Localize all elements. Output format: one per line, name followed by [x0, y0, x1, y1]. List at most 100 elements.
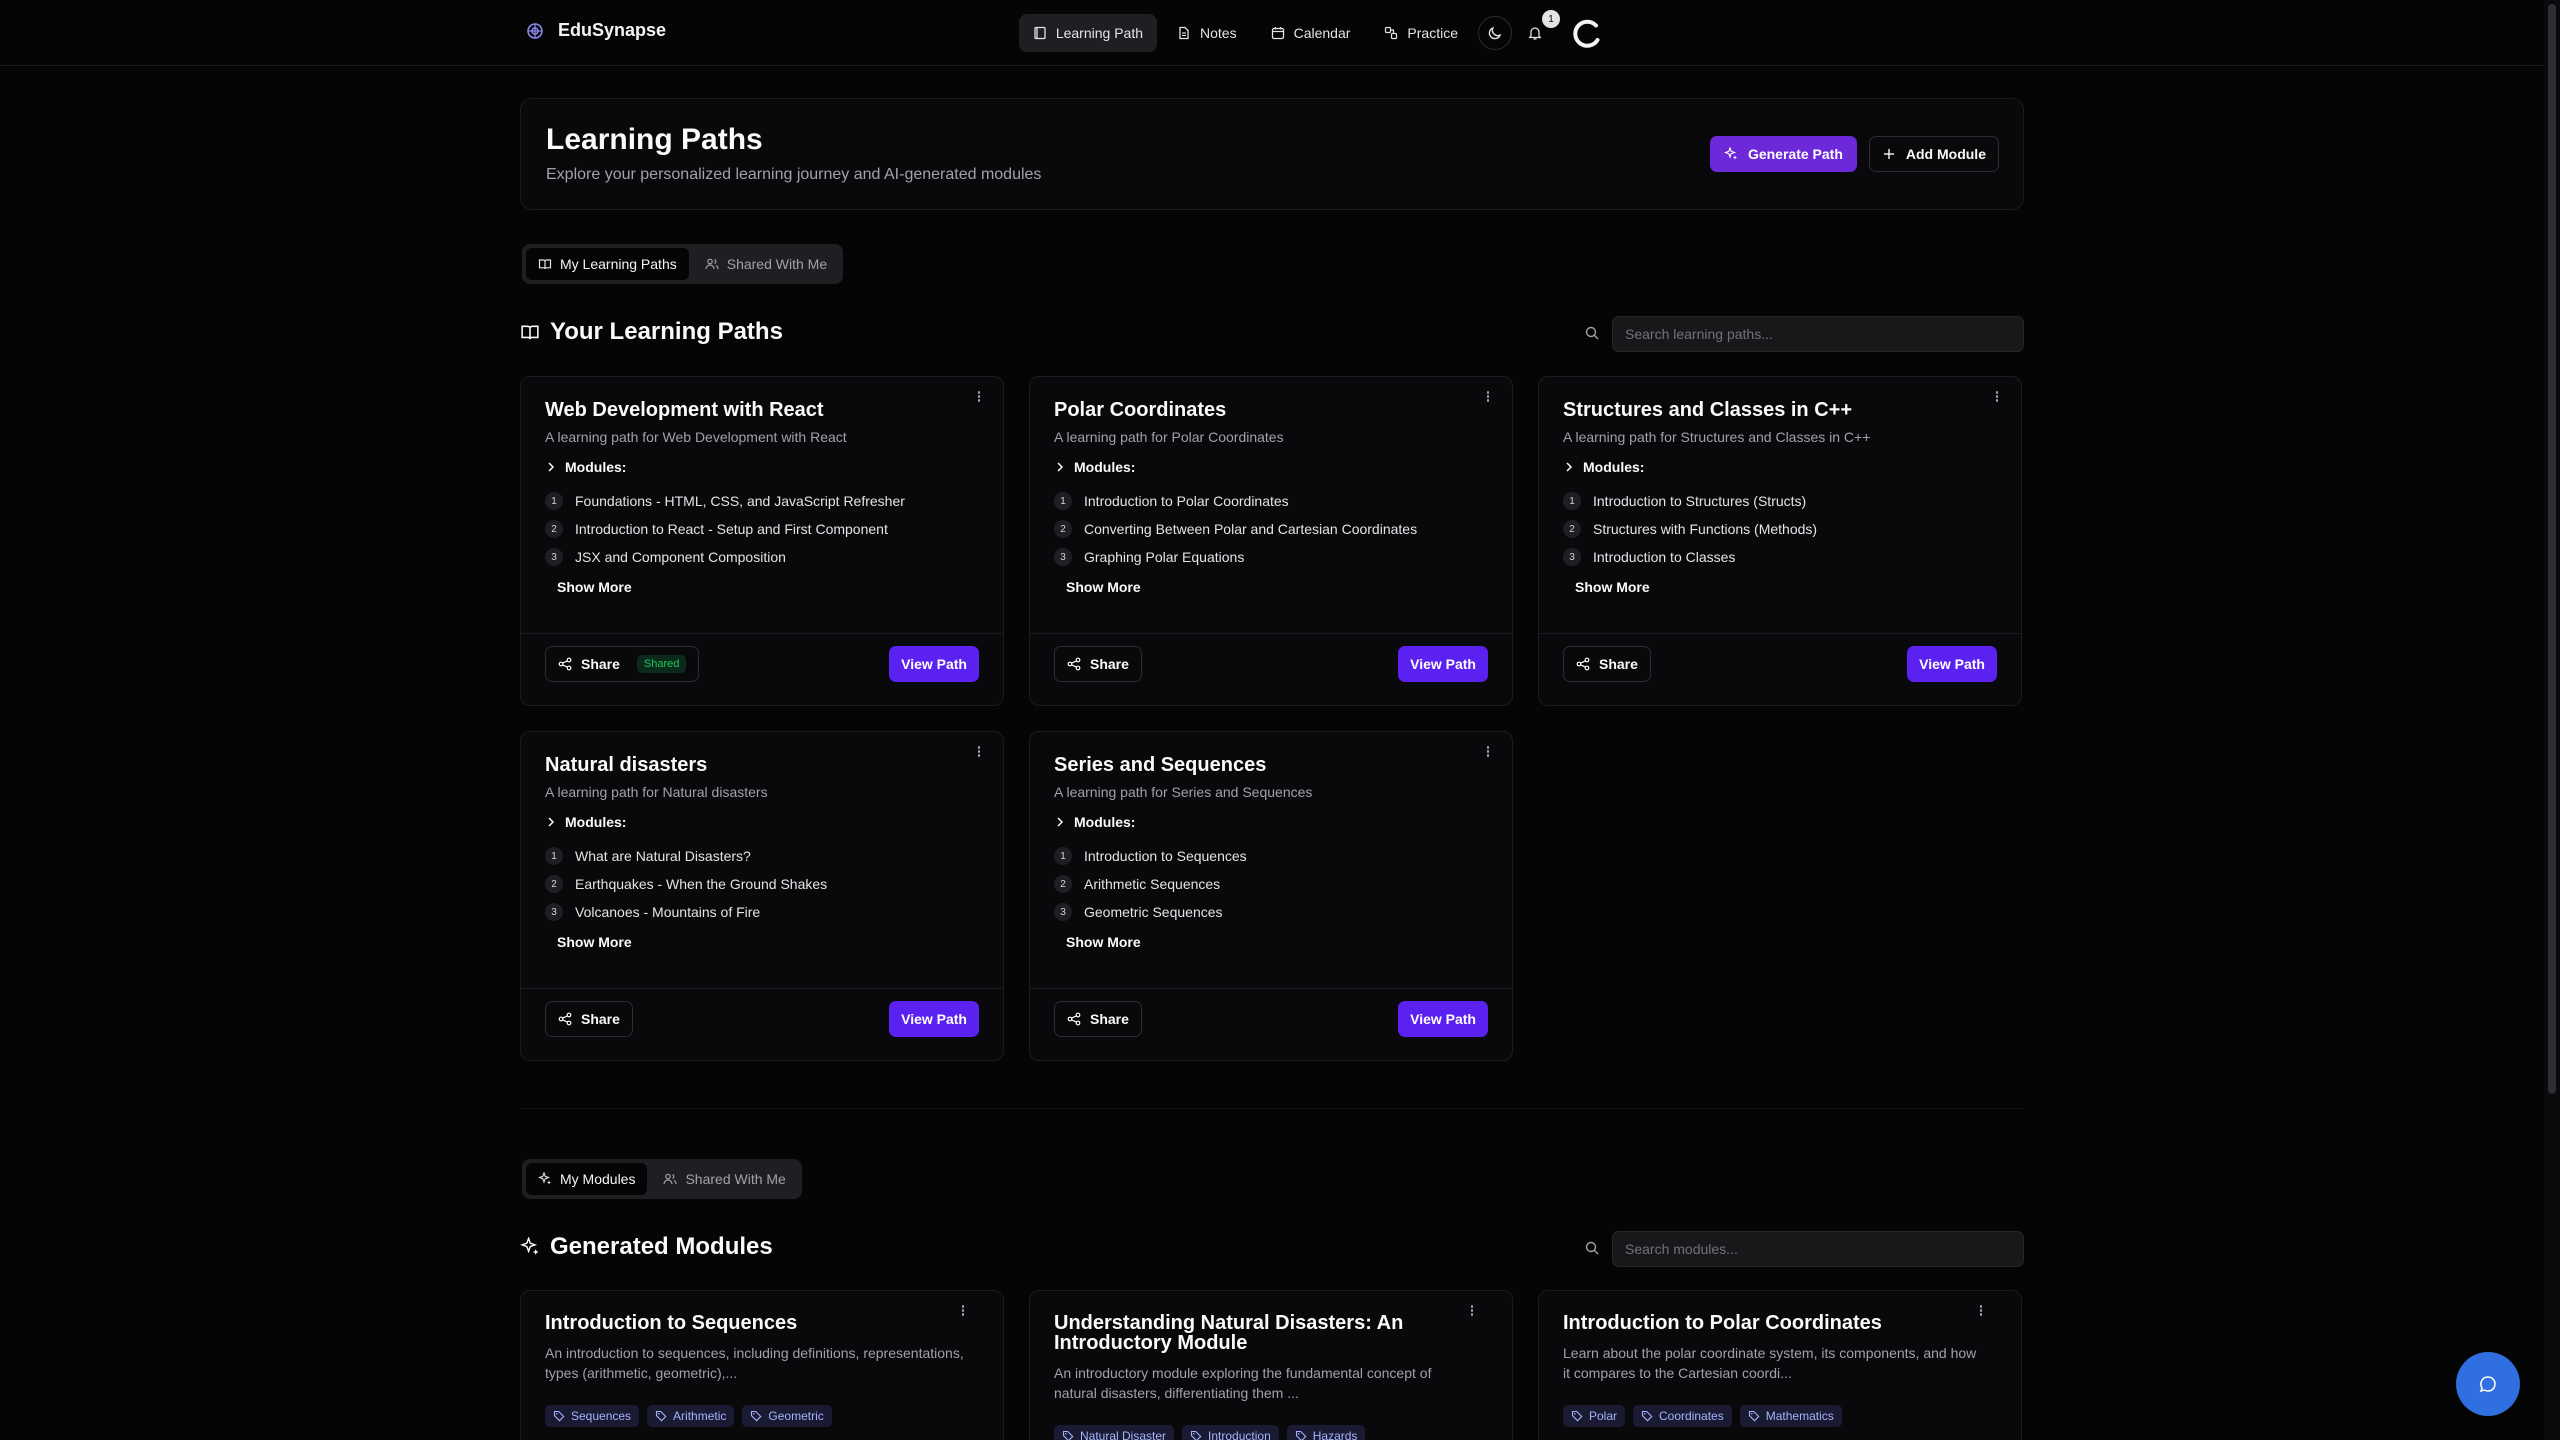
- card-menu-button[interactable]: [975, 746, 983, 760]
- module-card[interactable]: Understanding Natural Disasters: An Intr…: [1029, 1290, 1513, 1440]
- card-menu-button[interactable]: [1484, 746, 1492, 760]
- module-number: 3: [545, 903, 563, 921]
- module-item[interactable]: 3 JSX and Component Composition: [545, 543, 905, 571]
- tag-badge: Hazards: [1286, 1425, 1366, 1440]
- tab-label: Shared With Me: [685, 1171, 786, 1187]
- module-title: Introduction to Polar Coordinates: [1084, 493, 1289, 509]
- chevron-right-icon: [1054, 461, 1066, 473]
- tab-modules-shared-with-me[interactable]: Shared With Me: [651, 1163, 797, 1195]
- module-card[interactable]: Introduction to Polar Coordinates Learn …: [1538, 1290, 2022, 1440]
- nav-learning-path[interactable]: Learning Path: [1018, 14, 1158, 52]
- share-button[interactable]: Share: [1054, 646, 1142, 682]
- module-item[interactable]: 2 Introduction to React - Setup and First…: [545, 515, 905, 543]
- module-title: Volcanoes - Mountains of Fire: [575, 904, 761, 920]
- share-button[interactable]: Share Shared: [545, 646, 700, 682]
- share-button[interactable]: Share: [545, 1001, 633, 1037]
- modules-toggle[interactable]: Modules:: [1563, 459, 1644, 475]
- modules-label: Modules:: [565, 459, 627, 475]
- brand[interactable]: EduSynapse: [526, 20, 666, 41]
- card-footer: Share View Path: [1030, 633, 1512, 705]
- module-title: Foundations - HTML, CSS, and JavaScript …: [575, 493, 905, 509]
- module-title: Converting Between Polar and Cartesian C…: [1084, 521, 1418, 537]
- nav-label: Calendar: [1293, 25, 1351, 41]
- page-title: Learning Paths: [546, 123, 763, 156]
- module-card-description: An introduction to sequences, including …: [545, 1345, 964, 1381]
- view-path-button[interactable]: View Path: [1398, 1001, 1488, 1037]
- module-item[interactable]: 2 Arithmetic Sequences: [1054, 870, 1247, 898]
- module-item[interactable]: 2 Converting Between Polar and Cartesian …: [1054, 515, 1417, 543]
- module-item[interactable]: 1 Introduction to Structures (Structs): [1563, 487, 1817, 515]
- show-more-button[interactable]: Show More: [1066, 934, 1141, 950]
- module-item[interactable]: 3 Geometric Sequences: [1054, 898, 1247, 926]
- modules-toggle[interactable]: Modules:: [545, 814, 626, 830]
- show-more-button[interactable]: Show More: [557, 579, 632, 595]
- module-item[interactable]: 1 What are Natural Disasters?: [545, 842, 827, 870]
- module-card[interactable]: Introduction to Sequences An introductio…: [520, 1290, 1004, 1440]
- modules-label: Modules:: [1074, 814, 1136, 830]
- module-number: 2: [1054, 520, 1072, 538]
- tab-shared-with-me[interactable]: Shared With Me: [693, 248, 839, 280]
- module-item[interactable]: 3 Volcanoes - Mountains of Fire: [545, 898, 827, 926]
- modules-toggle[interactable]: Modules:: [545, 459, 626, 475]
- tag-icon: [1748, 1410, 1760, 1422]
- card-menu-button[interactable]: [1977, 1305, 1985, 1319]
- nav-notes[interactable]: Notes: [1163, 14, 1251, 52]
- module-number: 1: [1563, 492, 1581, 510]
- share-icon: [1576, 657, 1590, 671]
- chat-assistant-button[interactable]: [2456, 1352, 2520, 1416]
- notifications-button[interactable]: 1: [1518, 10, 1560, 50]
- module-item[interactable]: 3 Introduction to Classes: [1563, 543, 1817, 571]
- module-item[interactable]: 2 Structures with Functions (Methods): [1563, 515, 1817, 543]
- add-module-label: Add Module: [1905, 146, 1986, 162]
- tag-label: Introduction: [1208, 1429, 1271, 1440]
- card-menu-button[interactable]: [959, 1305, 967, 1319]
- tag-label: Natural Disaster: [1080, 1429, 1167, 1440]
- view-path-button[interactable]: View Path: [889, 1001, 979, 1037]
- module-item[interactable]: 1 Introduction to Polar Coordinates: [1054, 487, 1417, 515]
- module-item[interactable]: 2 Earthquakes - When the Ground Shakes: [545, 870, 827, 898]
- view-path-button[interactable]: View Path: [889, 646, 979, 682]
- card-menu-button[interactable]: [1468, 1305, 1476, 1319]
- module-item[interactable]: 3 Graphing Polar Equations: [1054, 543, 1417, 571]
- modules-toggle[interactable]: Modules:: [1054, 459, 1135, 475]
- modules-toggle[interactable]: Modules:: [1054, 814, 1135, 830]
- module-card-title: Introduction to Sequences: [545, 1312, 798, 1334]
- search-icon: [1584, 325, 1600, 341]
- card-menu-button[interactable]: [1484, 391, 1492, 405]
- learning-path-card: Series and Sequences A learning path for…: [1029, 731, 1513, 1061]
- chevron-right-icon: [1563, 461, 1575, 473]
- card-footer: Share View Path: [1030, 988, 1512, 1060]
- add-module-button[interactable]: Add Module: [1868, 136, 1999, 172]
- show-more-button[interactable]: Show More: [557, 934, 632, 950]
- tag-label: Polar: [1589, 1409, 1618, 1423]
- theme-toggle-button[interactable]: [1478, 16, 1512, 50]
- tab-my-learning-paths[interactable]: My Learning Paths: [526, 248, 689, 280]
- show-more-button[interactable]: Show More: [1066, 579, 1141, 595]
- module-item[interactable]: 1 Foundations - HTML, CSS, and JavaScript…: [545, 487, 905, 515]
- nav-practice[interactable]: Practice: [1370, 14, 1472, 52]
- notification-count-badge: 1: [1542, 10, 1560, 28]
- show-more-button[interactable]: Show More: [1575, 579, 1650, 595]
- share-button[interactable]: Share: [1054, 1001, 1142, 1037]
- view-path-button[interactable]: View Path: [1907, 646, 1997, 682]
- module-item[interactable]: 1 Introduction to Sequences: [1054, 842, 1247, 870]
- search-modules-input[interactable]: [1612, 1231, 2024, 1267]
- scrollbar-thumb[interactable]: [2548, 4, 2556, 1094]
- search-learning-paths-input[interactable]: [1612, 316, 2024, 352]
- nav-calendar[interactable]: Calendar: [1257, 14, 1365, 52]
- module-number: 2: [545, 875, 563, 893]
- card-menu-button[interactable]: [975, 391, 983, 405]
- share-button[interactable]: Share: [1563, 646, 1651, 682]
- path-description: A learning path for Web Development with…: [545, 429, 847, 445]
- module-search: [1584, 1231, 2024, 1267]
- module-card-title: Understanding Natural Disasters: An Intr…: [1054, 1312, 1404, 1354]
- chat-bubble-icon: [2478, 1374, 2498, 1394]
- tag-label: Arithmetic: [673, 1409, 727, 1423]
- card-menu-button[interactable]: [1993, 391, 2001, 405]
- view-path-button[interactable]: View Path: [1398, 646, 1488, 682]
- generate-path-button[interactable]: Generate Path: [1709, 136, 1857, 172]
- tab-my-modules[interactable]: My Modules: [526, 1163, 648, 1195]
- module-number: 1: [545, 492, 563, 510]
- path-title: Natural disasters: [545, 754, 708, 776]
- module-card-description: An introductory module exploring the fun…: [1054, 1365, 1432, 1401]
